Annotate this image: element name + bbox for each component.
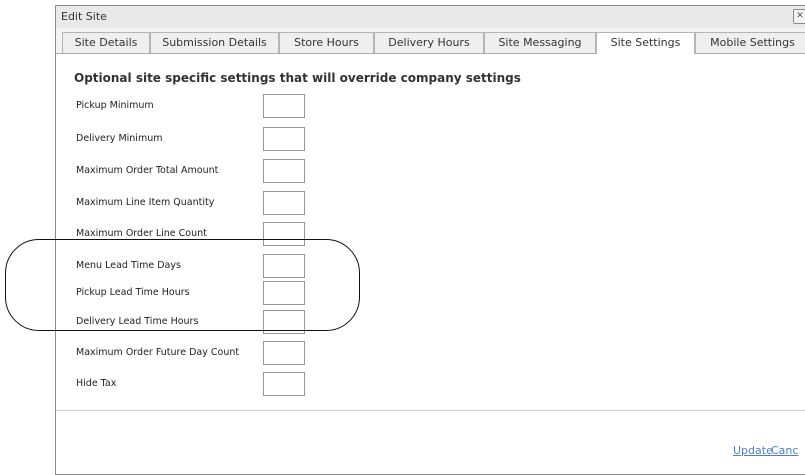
edit-site-dialog: Edit Site ✕ Site Details Submission Deta… (55, 5, 805, 475)
update-link[interactable]: Update (733, 444, 773, 457)
tab-site-messaging[interactable]: Site Messaging (484, 32, 596, 53)
section-heading: Optional site specific settings that wil… (74, 71, 521, 85)
field-hide-tax: Hide Tax (56, 372, 356, 397)
tab-bar: Site Details Submission Details Store Ho… (56, 28, 805, 54)
field-label: Delivery Minimum (76, 133, 163, 144)
field-label: Maximum Order Future Day Count (76, 347, 240, 358)
field-label: Maximum Line Item Quantity (76, 197, 215, 208)
close-icon[interactable]: ✕ (793, 9, 805, 24)
field-maximum-order-future-day-count: Maximum Order Future Day Count (56, 341, 356, 366)
delivery-minimum-input[interactable] (263, 127, 305, 151)
field-label: Pickup Minimum (76, 100, 154, 111)
tab-site-details[interactable]: Site Details (62, 32, 150, 53)
tab-mobile-settings[interactable]: Mobile Settings (695, 32, 805, 53)
field-delivery-minimum: Delivery Minimum (56, 127, 356, 152)
field-delivery-lead-time-hours: Delivery Lead Time Hours (56, 310, 356, 335)
field-menu-lead-time-days: Menu Lead Time Days (56, 254, 356, 279)
pickup-minimum-input[interactable] (263, 94, 305, 118)
menu-lead-time-days-input[interactable] (263, 254, 305, 278)
field-label: Hide Tax (76, 378, 117, 389)
footer-divider (56, 410, 805, 411)
tab-store-hours[interactable]: Store Hours (279, 32, 374, 53)
field-maximum-order-total-amount: Maximum Order Total Amount (56, 159, 356, 184)
field-label: Delivery Lead Time Hours (76, 316, 199, 327)
maximum-line-item-quantity-input[interactable] (263, 191, 305, 215)
tab-site-settings[interactable]: Site Settings (596, 32, 695, 54)
dialog-titlebar: Edit Site ✕ (56, 6, 805, 29)
field-pickup-lead-time-hours: Pickup Lead Time Hours (56, 281, 356, 306)
field-label: Pickup Lead Time Hours (76, 287, 190, 298)
field-pickup-minimum: Pickup Minimum (56, 94, 356, 119)
maximum-order-line-count-input[interactable] (263, 222, 305, 246)
tab-delivery-hours[interactable]: Delivery Hours (374, 32, 484, 53)
field-maximum-order-line-count: Maximum Order Line Count (56, 222, 356, 247)
delivery-lead-time-hours-input[interactable] (263, 310, 305, 334)
field-label: Maximum Order Total Amount (76, 165, 219, 176)
field-maximum-line-item-quantity: Maximum Line Item Quantity (56, 191, 356, 216)
field-label: Maximum Order Line Count (76, 228, 207, 239)
cancel-link[interactable]: Canc (771, 444, 798, 457)
field-label: Menu Lead Time Days (76, 260, 181, 271)
tab-submission-details[interactable]: Submission Details (150, 32, 279, 53)
pickup-lead-time-hours-input[interactable] (263, 281, 305, 305)
dialog-title: Edit Site (61, 10, 107, 23)
hide-tax-input[interactable] (263, 372, 305, 396)
maximum-order-total-amount-input[interactable] (263, 159, 305, 183)
maximum-order-future-day-count-input[interactable] (263, 341, 305, 365)
